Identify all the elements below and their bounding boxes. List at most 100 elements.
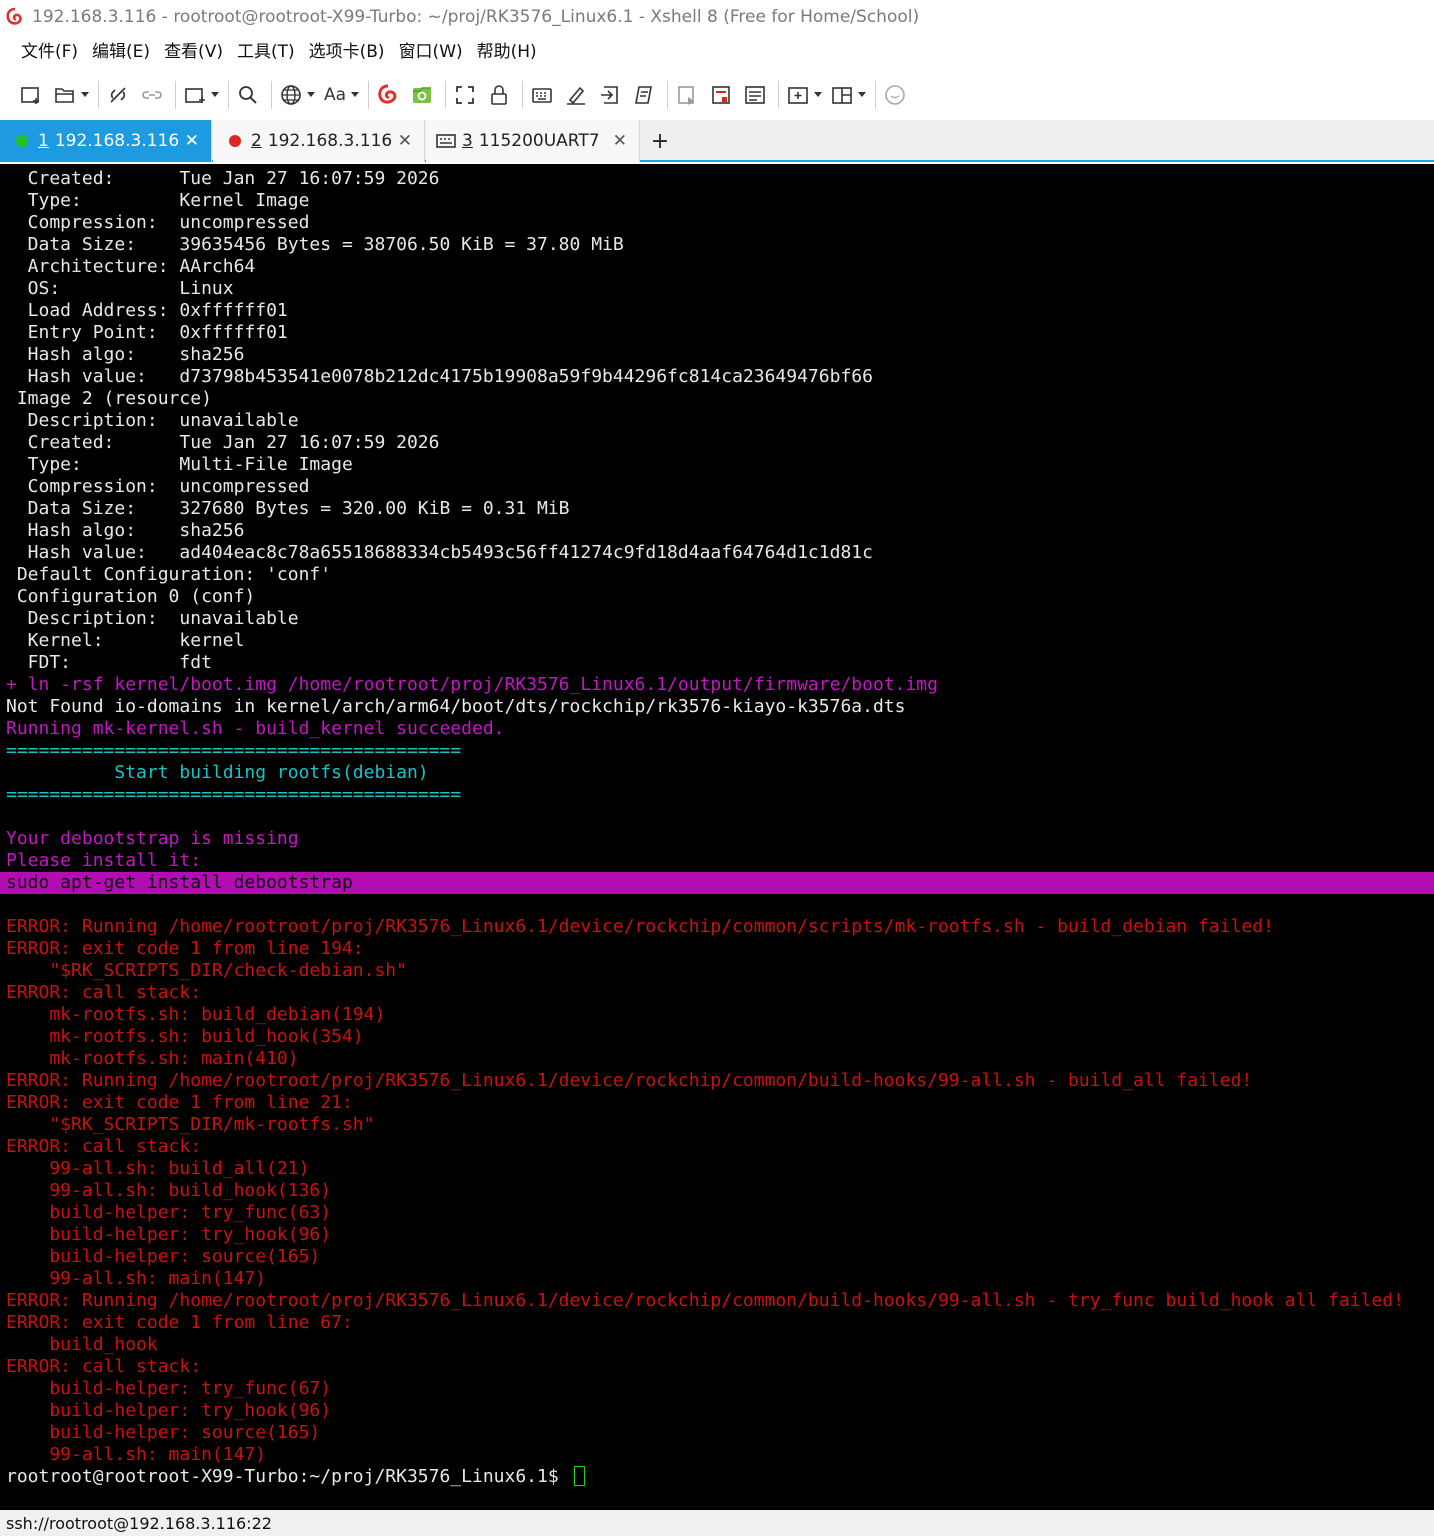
menu-window[interactable]: 窗口(W) [392, 34, 470, 70]
layout-icon[interactable] [827, 79, 857, 111]
session-manager-icon[interactable] [740, 79, 770, 111]
keyboard-icon[interactable] [527, 79, 557, 111]
close-icon[interactable]: ✕ [398, 131, 412, 151]
toolbar-separator [98, 81, 99, 109]
terminal-line: ERROR: Running /home/rootroot/proj/RK357… [6, 916, 1274, 937]
terminal-line: Compression: uncompressed [6, 212, 310, 233]
terminal-line: build-helper: try_func(67) [6, 1378, 332, 1399]
reconnect-icon[interactable] [137, 79, 167, 111]
compose-bar-icon[interactable] [706, 79, 736, 111]
terminal-line: ERROR: call stack: [6, 1356, 202, 1377]
toolbar-separator [778, 81, 779, 109]
close-icon[interactable]: ✕ [185, 131, 199, 151]
terminal-line: mk-rootfs.sh: build_hook(354) [6, 1026, 364, 1047]
lock-icon[interactable] [484, 79, 514, 111]
terminal-line: Load Address: 0xffffff01 [6, 300, 288, 321]
xshell-logo-icon[interactable] [4, 6, 26, 28]
terminal-line: Hash value: d73798b453541e0078b212dc4175… [6, 366, 873, 387]
globe-icon[interactable] [276, 79, 306, 111]
terminal-line: Created: Tue Jan 27 16:07:59 2026 [6, 168, 440, 189]
terminal-output[interactable]: Created: Tue Jan 27 16:07:59 2026 Type: … [0, 164, 1434, 1510]
highlight-icon[interactable] [561, 79, 591, 111]
chat-icon[interactable] [880, 79, 910, 111]
tab-bar: 1 192.168.3.116 ✕ 2 192.168.3.116 ✕ 3 11… [0, 120, 1434, 162]
terminal-line: + ln -rsf kernel/boot.img /home/rootroot… [6, 674, 938, 695]
terminal-line: ERROR: call stack: [6, 1136, 202, 1157]
chevron-down-icon[interactable] [350, 79, 360, 111]
status-dot-icon [16, 135, 28, 147]
terminal-line: Your debootstrap is missing [6, 828, 299, 849]
terminal-line: Description: unavailable [6, 608, 299, 629]
disconnect-icon[interactable] [103, 79, 133, 111]
terminal-line: ERROR: exit code 1 from line 21: [6, 1092, 353, 1113]
chevron-down-icon[interactable] [80, 79, 90, 111]
chevron-down-icon[interactable] [210, 79, 220, 111]
compose-icon[interactable] [672, 79, 702, 111]
new-session-icon[interactable] [16, 79, 46, 111]
menu-edit[interactable]: 编辑(E) [85, 34, 157, 70]
add-tab-button[interactable]: + [650, 120, 670, 162]
terminal-line: build-helper: try_hook(96) [6, 1224, 332, 1245]
tab-session-1[interactable]: 1 192.168.3.116 ✕ [0, 120, 212, 162]
terminal-line: Data Size: 39635456 Bytes = 38706.50 KiB… [6, 234, 624, 255]
new-tab-icon[interactable] [180, 79, 210, 111]
transfer-icon[interactable] [595, 79, 625, 111]
menu-help[interactable]: 帮助(H) [470, 34, 544, 70]
toolbar-separator [875, 81, 876, 109]
menu-file[interactable]: 文件(F) [14, 34, 85, 70]
serial-port-icon [436, 133, 456, 149]
terminal-line: Please install it: [6, 850, 202, 871]
chevron-down-icon[interactable] [306, 79, 316, 111]
connection-status: ssh://rootroot@192.168.3.116:22 [6, 1513, 272, 1533]
terminal-line: Data Size: 327680 Bytes = 320.00 KiB = 0… [6, 498, 570, 519]
terminal-line: Hash algo: sha256 [6, 520, 245, 541]
add-tab-icon[interactable] [783, 79, 813, 111]
terminal-line: 99-all.sh: build_hook(136) [6, 1180, 332, 1201]
terminal-line: build-helper: try_hook(96) [6, 1400, 332, 1421]
tab-label: 115200UART7 [478, 131, 600, 151]
fullscreen-icon[interactable] [450, 79, 480, 111]
terminal-line: ERROR: exit code 1 from line 67: [6, 1312, 353, 1333]
close-icon[interactable]: ✕ [613, 131, 627, 151]
chevron-down-icon[interactable] [813, 79, 823, 111]
tab-label: 192.168.3.116 [54, 131, 180, 151]
xftp-icon[interactable] [407, 79, 437, 111]
menu-tab[interactable]: 选项卡(B) [302, 34, 392, 70]
shell-prompt: rootroot@rootroot-X99-Turbo:~/proj/RK357… [6, 1466, 570, 1487]
terminal-line: ========================================… [6, 740, 462, 761]
menu-view[interactable]: 查看(V) [157, 34, 230, 70]
terminal-line: Type: Multi-File Image [6, 454, 353, 475]
terminal-line: Hash algo: sha256 [6, 344, 245, 365]
terminal-line: "$RK_SCRIPTS_DIR/check-debian.sh" [6, 960, 407, 981]
terminal-line: ERROR: Running /home/rootroot/proj/RK357… [6, 1070, 1253, 1091]
toolbar-separator [667, 81, 668, 109]
terminal-line: Start building rootfs(debian) [6, 762, 429, 783]
terminal-line: OS: Linux [6, 278, 234, 299]
terminal-line: Entry Point: 0xffffff01 [6, 322, 288, 343]
toolbar-separator [271, 81, 272, 109]
font-icon[interactable]: Aa [320, 79, 350, 111]
terminal-line: sudo apt-get install debootstrap [0, 872, 1434, 894]
search-icon[interactable] [233, 79, 263, 111]
terminal-line: ========================================… [6, 784, 462, 805]
tab-number: 3 [462, 131, 473, 151]
terminal-line: build-helper: source(165) [6, 1246, 321, 1267]
terminal-line: build_hook [6, 1334, 158, 1355]
tab-session-3[interactable]: 3 115200UART7 ✕ [426, 120, 640, 162]
toolbar: Aa [0, 70, 1434, 120]
terminal-line: mk-rootfs.sh: main(410) [6, 1048, 299, 1069]
terminal-line: mk-rootfs.sh: build_debian(194) [6, 1004, 386, 1025]
xshell-icon[interactable] [373, 79, 403, 111]
tab-session-2[interactable]: 2 192.168.3.116 ✕ [213, 120, 425, 162]
toolbar-separator [445, 81, 446, 109]
terminal-line: Created: Tue Jan 27 16:07:59 2026 [6, 432, 440, 453]
terminal-line: Type: Kernel Image [6, 190, 310, 211]
terminal-line: Not Found io-domains in kernel/arch/arm6… [6, 696, 906, 717]
script-icon[interactable] [629, 79, 659, 111]
shell-prompt-line[interactable]: rootroot@rootroot-X99-Turbo:~/proj/RK357… [0, 1466, 1434, 1488]
chevron-down-icon[interactable] [857, 79, 867, 111]
open-folder-icon[interactable] [50, 79, 80, 111]
menu-tools[interactable]: 工具(T) [230, 34, 302, 70]
